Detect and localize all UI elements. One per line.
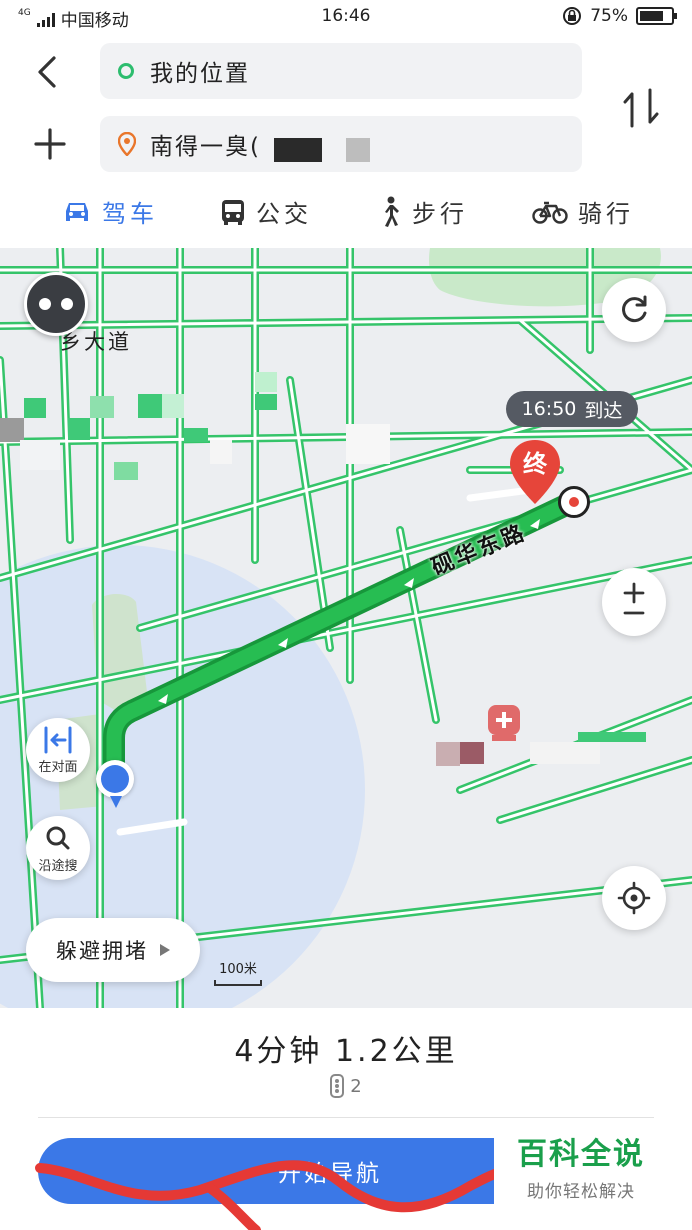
search-along-button[interactable]: 沿途搜 bbox=[26, 816, 90, 880]
redaction-block bbox=[274, 138, 322, 162]
tab-walk[interactable]: 步行 bbox=[378, 194, 468, 229]
battery-icon bbox=[636, 7, 677, 25]
road-network bbox=[0, 248, 692, 1008]
rotation-lock-icon bbox=[563, 7, 582, 25]
tab-bike-label: 骑行 bbox=[578, 200, 634, 228]
traffic-light-count: 2 bbox=[0, 1074, 692, 1098]
battery-percent: 75% bbox=[590, 6, 628, 26]
swap-icon bbox=[623, 88, 659, 128]
tab-bike[interactable]: 骑行 bbox=[532, 194, 634, 229]
plus-icon bbox=[34, 128, 66, 160]
map-scale-label: 100米 bbox=[219, 962, 257, 977]
destination-field[interactable]: 南得一臭( bbox=[100, 116, 582, 172]
origin-field[interactable]: 我的位置 bbox=[100, 43, 582, 99]
add-waypoint-button[interactable] bbox=[28, 122, 72, 166]
tab-bus-label: 公交 bbox=[256, 200, 312, 228]
map-view[interactable]: 乡大道 砚华东路 16:50 到达 终 bbox=[0, 248, 692, 1008]
walk-icon bbox=[385, 196, 399, 227]
travel-mode-tabs: 驾车 公交 步行 骑行 bbox=[0, 188, 692, 244]
status-bar: 4G 中国移动 16:46 75% bbox=[0, 0, 692, 34]
back-button[interactable] bbox=[28, 50, 68, 94]
origin-dot-icon bbox=[118, 63, 134, 79]
refresh-button[interactable] bbox=[602, 278, 666, 342]
watermark-subtitle: 助你轻松解决 bbox=[527, 1181, 635, 1202]
traffic-light-number: 2 bbox=[350, 1075, 362, 1097]
eta-time: 16:50 bbox=[521, 398, 577, 420]
opposite-side-icon bbox=[44, 726, 72, 753]
traffic-light-icon bbox=[330, 1074, 345, 1098]
zoom-in-out-icon bbox=[623, 582, 645, 615]
opposite-side-button[interactable]: 在对面 bbox=[26, 718, 90, 782]
search-along-label: 沿途搜 bbox=[38, 858, 78, 874]
search-icon bbox=[46, 826, 70, 849]
destination-dot bbox=[558, 486, 590, 518]
opposite-side-label: 在对面 bbox=[38, 759, 78, 775]
redaction-block bbox=[346, 138, 370, 162]
map-base bbox=[0, 248, 692, 1008]
tab-walk-label: 步行 bbox=[412, 200, 468, 228]
zoom-button[interactable] bbox=[602, 568, 666, 636]
destination-marker[interactable]: 终 bbox=[508, 438, 562, 510]
current-location-marker bbox=[96, 760, 134, 798]
destination-text: 南得一臭( bbox=[150, 134, 261, 160]
play-triangle-icon bbox=[160, 944, 170, 956]
swap-route-button[interactable] bbox=[620, 84, 662, 132]
heading-arrow-icon bbox=[110, 796, 122, 808]
avoid-traffic-button[interactable]: 躲避拥堵 bbox=[26, 918, 200, 982]
scale-bar bbox=[214, 980, 262, 986]
watermark: 百科全说 助你轻松解决 bbox=[494, 1120, 668, 1210]
locate-icon bbox=[617, 881, 651, 915]
origin-text: 我的位置 bbox=[150, 61, 250, 87]
tab-drive-label: 驾车 bbox=[102, 200, 158, 228]
battery-fill bbox=[640, 11, 663, 21]
eta-text: 到达 bbox=[584, 399, 623, 422]
divider bbox=[38, 1117, 654, 1118]
watermark-title: 百科全说 bbox=[517, 1136, 645, 1172]
route-summary: 4分钟 1.2公里 bbox=[234, 1034, 458, 1069]
tab-bus[interactable]: 公交 bbox=[220, 194, 312, 229]
car-icon bbox=[66, 202, 88, 221]
hospital-icon[interactable] bbox=[486, 703, 522, 741]
end-marker-label: 终 bbox=[523, 450, 547, 478]
tab-drive[interactable]: 驾车 bbox=[62, 194, 158, 229]
refresh-icon bbox=[622, 295, 647, 323]
locate-me-button[interactable] bbox=[602, 866, 666, 930]
avoid-traffic-label: 躲避拥堵 bbox=[56, 939, 148, 963]
destination-pin-icon bbox=[118, 132, 136, 156]
avatar[interactable] bbox=[24, 272, 88, 336]
chevron-left-icon bbox=[38, 56, 56, 88]
bus-icon bbox=[222, 199, 244, 225]
eta-tag: 16:50 到达 bbox=[506, 391, 638, 427]
map-scale: 100米 bbox=[212, 958, 264, 988]
bike-icon bbox=[532, 201, 568, 224]
